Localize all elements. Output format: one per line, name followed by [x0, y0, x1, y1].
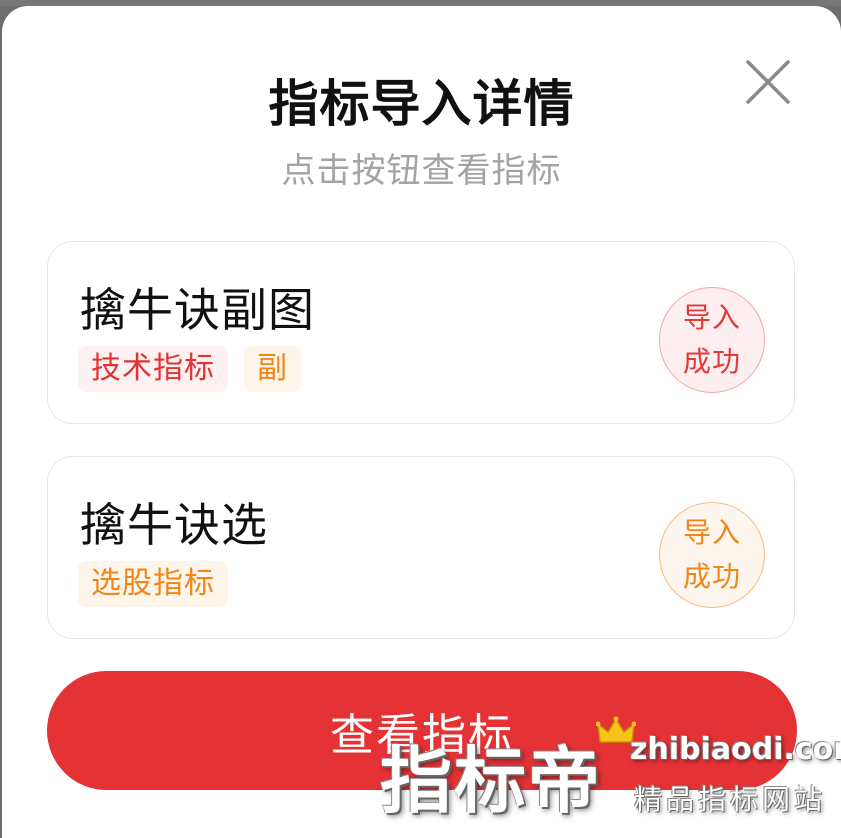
indicator-name: 擒牛诀副图	[80, 283, 315, 337]
indicator-card: 擒牛诀副图 技术指标 副 导入 成功	[47, 241, 795, 424]
import-success-badge: 导入 成功	[659, 287, 765, 393]
close-button[interactable]	[742, 56, 794, 108]
watermark-domain: zhibiaodi.com	[630, 732, 841, 767]
indicator-tags: 选股指标	[78, 561, 228, 607]
indicator-tags: 技术指标 副	[78, 346, 301, 392]
tag-technical: 技术指标	[78, 346, 228, 392]
dialog-subtitle: 点击按钮查看指标	[281, 151, 562, 191]
status-line-1: 导入	[682, 301, 741, 334]
indicator-card: 擒牛诀选 选股指标 导入 成功	[47, 456, 795, 639]
dialog-title: 指标导入详情	[268, 75, 575, 133]
import-success-badge: 导入 成功	[659, 502, 765, 608]
watermark-brand: 指标帝	[380, 739, 603, 823]
status-line-2: 成功	[682, 345, 741, 378]
status-line-2: 成功	[682, 560, 741, 593]
tag-stock-selection: 选股指标	[78, 561, 228, 607]
status-line-1: 导入	[682, 516, 741, 549]
watermark-slogan: 精品指标网站	[634, 783, 827, 816]
indicator-name: 擒牛诀选	[80, 498, 268, 552]
tag-sub-chart: 副	[244, 346, 301, 392]
close-icon	[746, 60, 790, 104]
import-details-dialog: 指标导入详情 点击按钮查看指标 擒牛诀副图 技术指标 副 导入 成功 擒牛诀选 …	[2, 6, 841, 838]
